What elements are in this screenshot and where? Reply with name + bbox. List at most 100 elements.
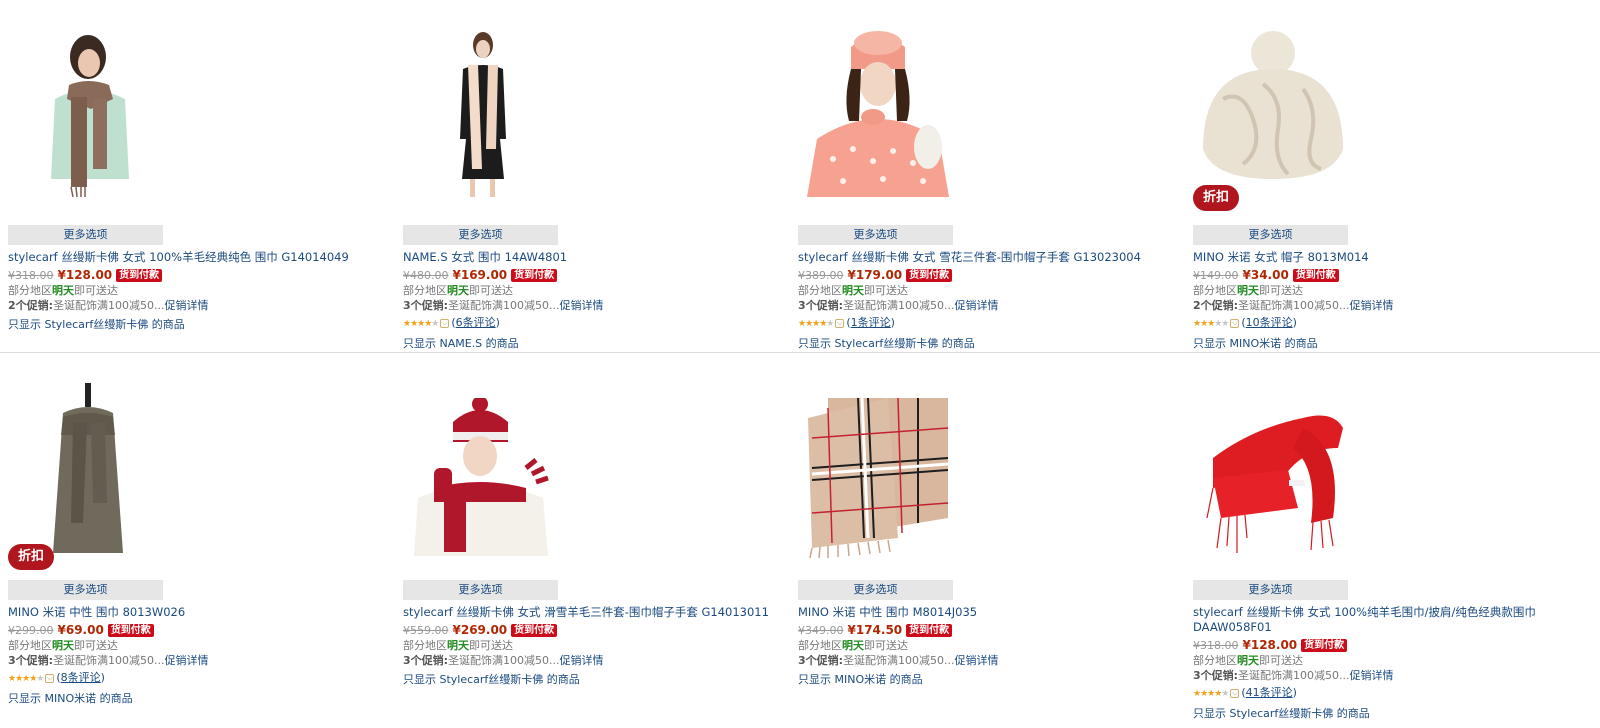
delivery-tomorrow: 明天: [842, 639, 864, 652]
product-image[interactable]: [8, 14, 168, 199]
delivery-prefix: 部分地区: [403, 639, 447, 652]
brand-filter-link[interactable]: 只显示 NAME.S 的商品: [403, 336, 783, 351]
product-image[interactable]: [1193, 368, 1353, 558]
cod-badge: 货到付款: [511, 268, 558, 282]
promo-text: 圣诞配饰满100减50...: [53, 654, 165, 667]
promo-details-link[interactable]: 促销详情: [560, 299, 604, 312]
cod-badge: 货到付款: [906, 268, 953, 282]
star-icon: ★★★★: [403, 319, 432, 329]
cod-badge: 货到付款: [116, 268, 163, 282]
promo-text: 圣诞配饰满100减50...: [448, 299, 560, 312]
more-options-button[interactable]: 更多选项: [1193, 225, 1348, 245]
delivery-suffix: 即可送达: [1259, 654, 1303, 667]
product-image[interactable]: [798, 368, 958, 558]
product-title-link[interactable]: MINO 米诺 中性 围巾 8013W026: [8, 605, 378, 620]
product-image[interactable]: 折扣: [8, 368, 168, 570]
product-image[interactable]: [798, 14, 958, 199]
review-paren: ): [1292, 686, 1297, 699]
review-count-link[interactable]: 6条评论: [456, 316, 496, 329]
review-count-link[interactable]: 41条评论: [1246, 686, 1293, 699]
delivery-prefix: 部分地区: [1193, 654, 1237, 667]
star-icon: ★: [36, 674, 44, 684]
delivery-info: 部分地区明天即可送达: [1193, 653, 1573, 668]
promo-text: 圣诞配饰满100减50...: [448, 654, 560, 667]
brand-filter-link[interactable]: 只显示 Stylecarf丝缦斯卡佛 的商品: [1193, 706, 1573, 721]
rating-line: ★★★★★ ⌵ (1条评论): [798, 315, 1178, 332]
star-icon: ★★★: [1193, 319, 1215, 329]
more-options-button[interactable]: 更多选项: [8, 225, 163, 245]
delivery-info: 部分地区明天即可送达: [403, 283, 783, 298]
product-image[interactable]: 折扣: [1193, 14, 1353, 211]
promo-text: 圣诞配饰满100减50...: [1238, 299, 1350, 312]
rating-line: ★★★★★ ⌵ (10条评论): [1193, 315, 1573, 332]
review-count-link[interactable]: 10条评论: [1246, 316, 1293, 329]
promo-details-link[interactable]: 促销详情: [560, 654, 604, 667]
list-price: ¥480.00: [403, 269, 449, 282]
product-title-link[interactable]: stylecarf 丝缦斯卡佛 女式 100%羊毛经典纯色 围巾 G140140…: [8, 250, 378, 265]
product-title-link[interactable]: MINO 米诺 女式 帽子 8013M014: [1193, 250, 1563, 265]
product-card: 折扣 更多选项 MINO 米诺 女式 帽子 8013M014 ¥149.00 ¥3…: [1193, 0, 1573, 351]
more-options-button[interactable]: 更多选项: [403, 580, 558, 600]
delivery-info: 部分地区明天即可送达: [8, 283, 388, 298]
product-title-link[interactable]: stylecarf 丝缦斯卡佛 女式 滑雪羊毛三件套-围巾帽子手套 G14013…: [403, 605, 773, 620]
chevron-down-icon[interactable]: ⌵: [1230, 318, 1240, 328]
red-scarf-image: [1193, 388, 1353, 558]
promo-details-link[interactable]: 促销详情: [955, 299, 999, 312]
review-paren: ): [495, 316, 500, 329]
delivery-info: 部分地区明天即可送达: [798, 283, 1178, 298]
delivery-tomorrow: 明天: [447, 284, 469, 297]
sale-price: ¥128.00: [57, 268, 113, 282]
more-options-button[interactable]: 更多选项: [798, 580, 953, 600]
promo-text: 圣诞配饰满100减50...: [843, 299, 955, 312]
product-image[interactable]: [403, 368, 563, 558]
more-options-button[interactable]: 更多选项: [403, 225, 558, 245]
price-line: ¥349.00 ¥174.50 货到付款: [798, 622, 1178, 638]
chevron-down-icon[interactable]: ⌵: [45, 673, 55, 683]
product-title-link[interactable]: stylecarf 丝缦斯卡佛 女式 雪花三件套-围巾帽子手套 G1302300…: [798, 250, 1168, 265]
chevron-down-icon[interactable]: ⌵: [1230, 688, 1240, 698]
product-title-link[interactable]: MINO 米诺 中性 围巾 M8014J035: [798, 605, 1168, 620]
promo-details-link[interactable]: 促销详情: [955, 654, 999, 667]
promo-details-link[interactable]: 促销详情: [165, 654, 209, 667]
brand-filter-link[interactable]: 只显示 Stylecarf丝缦斯卡佛 的商品: [8, 317, 388, 332]
star-rating[interactable]: ★★★★★: [403, 316, 439, 332]
more-options-button[interactable]: 更多选项: [8, 580, 163, 600]
cod-badge: 货到付款: [1292, 268, 1339, 282]
product-title-link[interactable]: NAME.S 女式 围巾 14AW4801: [403, 250, 773, 265]
more-options-button[interactable]: 更多选项: [798, 225, 953, 245]
price-line: ¥389.00 ¥179.00 货到付款: [798, 267, 1178, 283]
cod-badge: 货到付款: [511, 623, 558, 637]
scarf-set-model-image: [408, 398, 558, 558]
more-options-button[interactable]: 更多选项: [1193, 580, 1348, 600]
promo-count: 2个促销:: [8, 299, 54, 312]
promo-details-link[interactable]: 促销详情: [1350, 669, 1394, 682]
brand-filter-link[interactable]: 只显示 Stylecarf丝缦斯卡佛 的商品: [798, 336, 1178, 351]
brand-filter-link[interactable]: 只显示 MINO米诺 的商品: [1193, 336, 1573, 351]
plaid-scarf-image: [798, 388, 958, 558]
price-line: ¥299.00 ¥69.00 货到付款: [8, 622, 388, 638]
sale-price: ¥179.00: [847, 268, 903, 282]
promo-details-link[interactable]: 促销详情: [165, 299, 209, 312]
review-count-link[interactable]: 8条评论: [61, 671, 101, 684]
promo-details-link[interactable]: 促销详情: [1350, 299, 1394, 312]
product-image[interactable]: [403, 14, 563, 199]
chevron-down-icon[interactable]: ⌵: [835, 318, 845, 328]
promo-info: 2个促销:圣诞配饰满100减50...促销详情: [1193, 298, 1573, 313]
promo-info: 3个促销:圣诞配饰满100减50...促销详情: [798, 298, 1178, 313]
scarf-model-image: [438, 29, 528, 199]
sale-price: ¥174.50: [847, 623, 903, 637]
brand-filter-link[interactable]: 只显示 MINO米诺 的商品: [8, 691, 388, 706]
brand-filter-link[interactable]: 只显示 Stylecarf丝缦斯卡佛 的商品: [403, 672, 783, 687]
star-rating[interactable]: ★★★★★: [1193, 686, 1229, 702]
delivery-tomorrow: 明天: [842, 284, 864, 297]
product-title-link[interactable]: stylecarf 丝缦斯卡佛 女式 100%纯羊毛围巾/披肩/纯色经典款围巾 …: [1193, 605, 1563, 635]
cod-badge: 货到付款: [1301, 638, 1348, 652]
star-rating[interactable]: ★★★★★: [798, 316, 834, 332]
sale-price: ¥269.00: [452, 623, 508, 637]
star-rating[interactable]: ★★★★★: [8, 671, 44, 687]
star-rating[interactable]: ★★★★★: [1193, 316, 1229, 332]
chevron-down-icon[interactable]: ⌵: [440, 318, 450, 328]
review-count-link[interactable]: 1条评论: [851, 316, 891, 329]
product-card: 更多选项 NAME.S 女式 围巾 14AW4801 ¥480.00 ¥169.0…: [403, 0, 783, 351]
brand-filter-link[interactable]: 只显示 MINO米诺 的商品: [798, 672, 1178, 687]
